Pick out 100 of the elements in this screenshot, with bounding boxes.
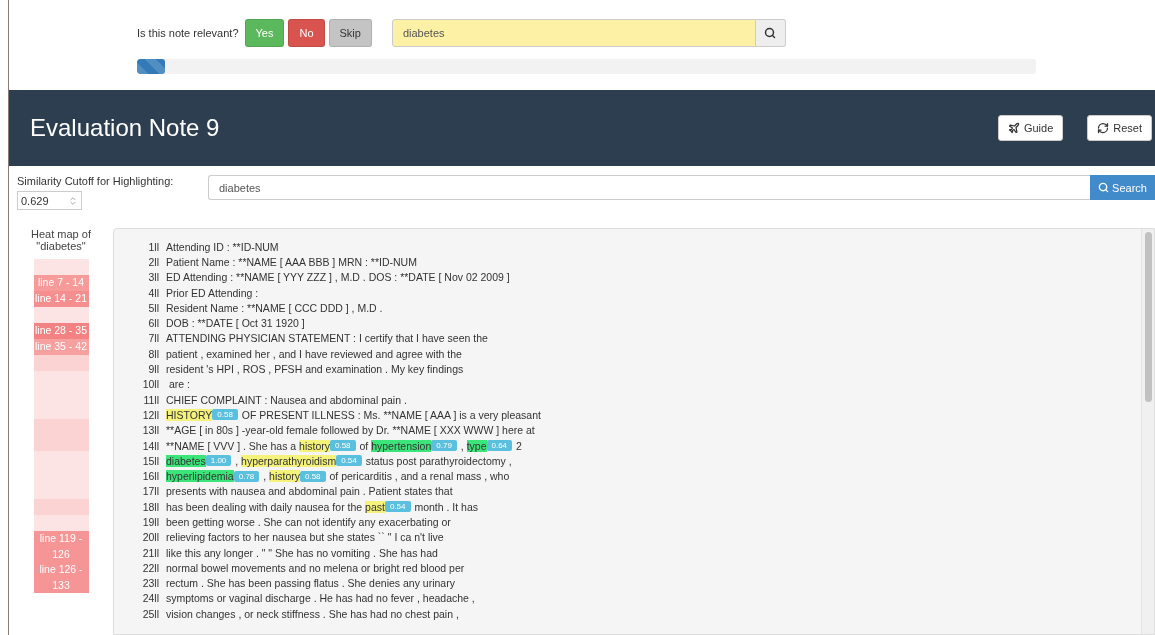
highlighted-term: diabetes: [166, 454, 206, 467]
heatmap-segment[interactable]: line 7 - 14: [33, 275, 89, 291]
note-text: ATTENDING PHYSICIAN STATEMENT : I certify that I have seen the: [166, 332, 488, 345]
reset-button[interactable]: Reset: [1087, 115, 1152, 141]
note-text: month . It has: [413, 500, 479, 513]
line-number: 9ll: [147, 363, 160, 375]
score-badge: 0.54: [336, 455, 362, 467]
note-text: status post parathyroidectomy ,: [364, 454, 512, 467]
line-number: 21ll: [141, 546, 160, 559]
line-number: 13ll: [141, 424, 160, 437]
heatmap-title: Heat map of "diabetes": [30, 228, 92, 252]
line-number: 5ll: [147, 301, 160, 314]
heatmap-segment[interactable]: [33, 499, 89, 515]
heatmap-segment[interactable]: line 35 - 42: [33, 339, 89, 355]
line-number: 22ll: [141, 561, 160, 574]
skip-button[interactable]: Skip: [328, 19, 372, 47]
highlighted-term: hypertension: [371, 439, 432, 452]
score-badge: 0.58: [212, 409, 238, 421]
note-text: patient , examined her , and I have reviewed and agree with the: [166, 347, 462, 360]
line-number: 24ll: [141, 592, 160, 605]
heatmap-segment[interactable]: line 14 - 21: [33, 291, 89, 307]
line-number: 3ll: [147, 271, 160, 284]
line-number: 18ll: [141, 500, 160, 513]
note-text: relieving factors to her nausea but she states `` " I ca n't live: [166, 531, 444, 544]
heatmap-segment[interactable]: [33, 371, 89, 387]
heatmap-segment[interactable]: [33, 259, 89, 275]
line-number: 12ll: [141, 408, 160, 421]
line-number: 19ll: [141, 516, 160, 528]
note-text: ,: [234, 454, 240, 467]
note-text: rectum . She has been passing flatus . She denies any urinary: [166, 577, 455, 590]
heatmap-segment[interactable]: line 126 - 133: [33, 562, 89, 593]
line-number: 7ll: [147, 332, 160, 345]
no-button[interactable]: No: [288, 19, 325, 47]
heatmap-segment[interactable]: [33, 355, 89, 371]
line-number: 16ll: [141, 470, 160, 483]
heatmap-segment[interactable]: [33, 435, 89, 451]
highlighted-term: HISTORY: [166, 408, 213, 421]
line-number: 11ll: [142, 393, 160, 406]
note-text: of: [358, 439, 370, 452]
note-text: been getting worse . She can not identify any exacerbating or: [166, 516, 451, 528]
cutoff-label: Similarity Cutoff for Highlighting:: [17, 175, 175, 187]
note-text: are :: [167, 378, 190, 391]
note-text: **AGE [ in 80s ] -year-old female followed by Dr. **NAME [ XXX WWW ] here at: [166, 424, 535, 437]
search-icon: [1098, 182, 1110, 193]
line-number: 1ll: [147, 240, 160, 253]
note-text: OF PRESENT ILLNESS : Ms. **NAME [ AAA ] is a very pleasant: [240, 408, 541, 421]
score-badge: 0.64: [486, 440, 513, 451]
heatmap-segment[interactable]: [33, 403, 89, 419]
search-field[interactable]: diabetes: [391, 19, 756, 47]
relevance-question: Is this note relevant?: [137, 27, 239, 39]
heatmap-segment[interactable]: [33, 307, 89, 323]
heatmap-segment[interactable]: line 28 - 35: [33, 323, 89, 339]
heatmap-segment[interactable]: [33, 515, 89, 531]
note-text: Prior ED Attending :: [166, 286, 259, 299]
line-number: 25ll: [141, 607, 160, 620]
plane-icon: [1007, 122, 1020, 134]
score-badge: 0.79: [431, 440, 457, 451]
note-text: presents with nausea and abdominal pain . Patient states that: [166, 485, 453, 498]
line-number: 17ll: [141, 485, 160, 498]
note-text: symptoms or vaginal discharge . He has had no fever , headache ,: [166, 592, 475, 605]
scrollbar-thumb[interactable]: [1144, 232, 1152, 402]
guide-button[interactable]: Guide: [997, 115, 1064, 141]
note-text: resident 's HPI , ROS , PFSH and examination . My key findings: [166, 363, 464, 375]
search-button[interactable]: Search: [1090, 175, 1155, 200]
note-text: ED Attending : **NAME [ YYY ZZZ ] , M.D . DOS : **DATE [ Nov 02 2009 ]: [166, 271, 510, 284]
line-number: 20ll: [141, 531, 160, 544]
line-number: 6ll: [147, 317, 160, 330]
note-text: Resident Name : **NAME [ CCC DDD ] , M.D .: [166, 301, 383, 314]
note-text: 2: [515, 439, 522, 452]
cutoff-field[interactable]: 0.629: [17, 191, 82, 210]
note-text: Patient Name : **NAME [ AAA BBB ] MRN : **ID-NUM: [166, 255, 417, 268]
heatmap-segment[interactable]: [33, 483, 89, 499]
highlighted-term: hyperparathyroidism: [241, 454, 337, 467]
highlighted-term: history: [299, 439, 330, 452]
note-text: like this any longer . " " She has no vomiting . She has had: [166, 546, 438, 559]
refresh-icon: [1097, 122, 1110, 134]
yes-button[interactable]: Yes: [244, 19, 285, 47]
search-icon: [764, 27, 777, 39]
note-text: has been dealing with daily nausea for the: [166, 500, 364, 513]
line-number: 15ll: [141, 454, 160, 467]
score-badge: 0.54: [384, 501, 411, 513]
note-text: DOB : **DATE [ Oct 31 1920 ]: [166, 317, 305, 330]
highlighted-term: history: [269, 470, 300, 483]
line-number: 8ll: [147, 347, 160, 360]
query-field[interactable]: diabetes: [208, 175, 1090, 200]
heatmap-segment[interactable]: [33, 451, 89, 467]
score-badge: 0.58: [330, 440, 356, 451]
note-text: normal bowel movements and no melena or bright red blood per: [166, 561, 465, 574]
score-badge: 0.78: [233, 470, 260, 482]
heatmap-segment[interactable]: [33, 419, 89, 435]
note-text: CHIEF COMPLAINT : Nausea and abdominal pain .: [166, 393, 407, 406]
highlighted-term: hyperlipidemia: [166, 470, 234, 483]
note-text: **NAME [ VVV ] . She has a: [166, 439, 298, 452]
note-text: Attending ID : **ID-NUM: [166, 240, 279, 253]
search-button[interactable]: [755, 19, 786, 47]
score-badge: 1.00: [205, 455, 232, 467]
note-text: ,: [459, 439, 465, 452]
line-number: 10ll: [141, 378, 160, 391]
line-number: 4ll: [147, 286, 160, 299]
line-number: 2ll: [147, 255, 160, 268]
